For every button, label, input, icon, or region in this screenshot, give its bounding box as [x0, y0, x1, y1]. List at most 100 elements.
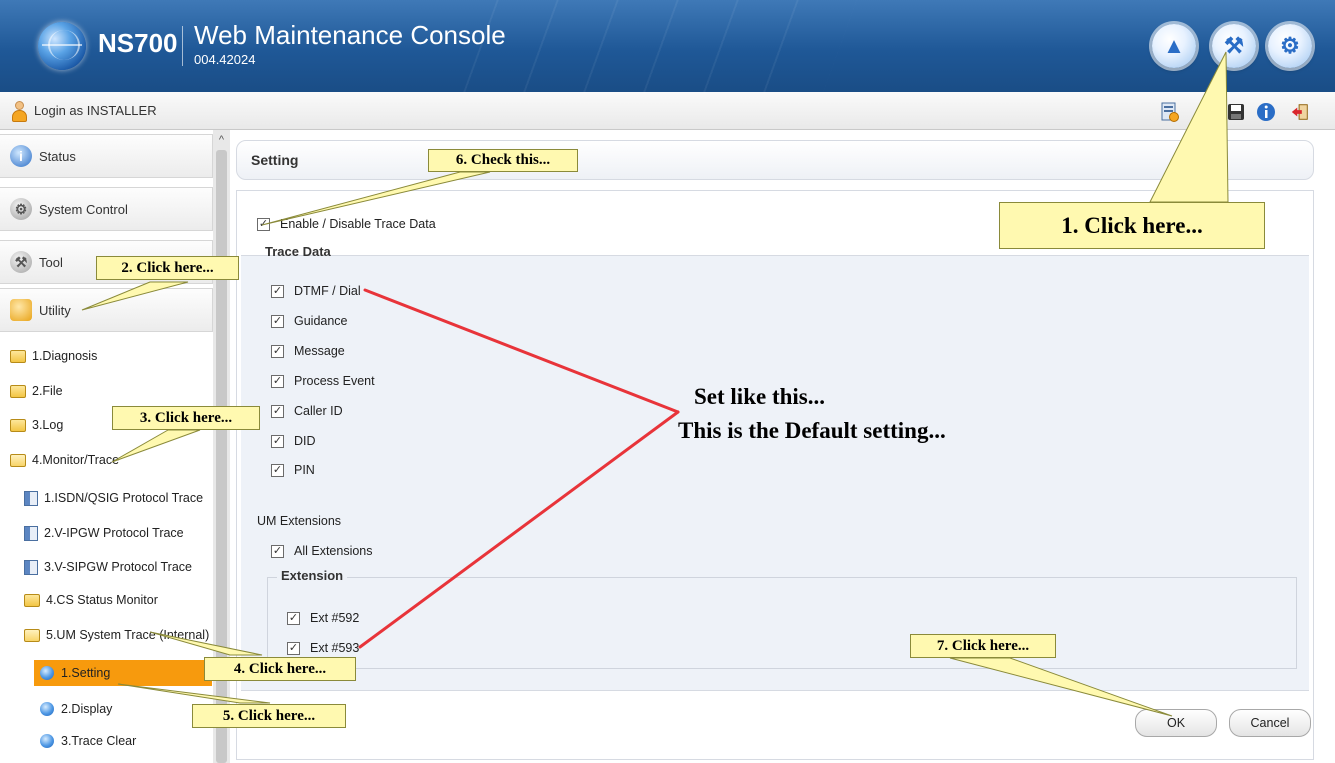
cancel-button[interactable]: Cancel — [1229, 709, 1311, 737]
um-extensions-title: UM Extensions — [257, 514, 342, 528]
app-header: NS700 Web Maintenance Console 004.42024 … — [0, 0, 1335, 92]
guidance-checkbox[interactable]: ✓ — [271, 314, 284, 328]
folder-icon — [10, 384, 26, 398]
status-icon: i — [10, 145, 32, 167]
extension-row[interactable]: ✓ Ext #593 — [287, 641, 359, 655]
nav-status[interactable]: i Status — [0, 134, 213, 178]
tree-trace-clear[interactable]: 3.Trace Clear — [40, 728, 136, 754]
ext-593-label: Ext #593 — [310, 641, 360, 655]
trace-item-row[interactable]: ✓ Message — [271, 344, 345, 358]
app-version: 004.42024 — [194, 52, 256, 67]
guidance-label: Guidance — [294, 314, 348, 328]
page-title: Setting — [251, 152, 299, 168]
report-icon[interactable] — [1160, 102, 1180, 122]
ext-592-label: Ext #592 — [310, 611, 360, 625]
trace-item-row[interactable]: ✓ DTMF / Dial — [271, 284, 361, 298]
did-checkbox[interactable]: ✓ — [271, 434, 284, 448]
tree-v-ipgw-trace[interactable]: 2.V-IPGW Protocol Trace — [24, 520, 184, 546]
tree-cs-status-monitor-label: 4.CS Status Monitor — [46, 593, 158, 607]
trace-doc-icon — [24, 559, 38, 575]
callout-step-1: 1. Click here... — [999, 202, 1265, 249]
callout-step-2: 2. Click here... — [96, 256, 239, 280]
tree-diagnosis[interactable]: 1.Diagnosis — [10, 343, 97, 369]
trace-item-row[interactable]: ✓ Process Event — [271, 374, 375, 388]
ext-593-checkbox[interactable]: ✓ — [287, 641, 300, 655]
setting-header: Setting — [236, 140, 1314, 180]
trace-data-title: Trace Data — [265, 244, 331, 259]
tree-v-ipgw-trace-label: 2.V-IPGW Protocol Trace — [44, 526, 184, 540]
header-divider — [182, 26, 183, 66]
login-status-text: Login as INSTALLER — [34, 103, 157, 118]
tool-icon: ⚒ — [10, 251, 32, 273]
caller-id-checkbox[interactable]: ✓ — [271, 404, 284, 418]
tree-log[interactable]: 3.Log — [10, 412, 63, 438]
trace-item-row[interactable]: ✓ PIN — [271, 463, 315, 477]
folder-open-icon — [10, 453, 26, 467]
nav-tool-label: Tool — [39, 254, 63, 270]
system-control-icon: ⚙ — [10, 198, 32, 220]
pin-label: PIN — [294, 463, 315, 477]
pin-checkbox[interactable]: ✓ — [271, 463, 284, 477]
logout-icon[interactable] — [1290, 102, 1310, 122]
tree-diagnosis-label: 1.Diagnosis — [32, 349, 98, 363]
trace-item-row[interactable]: ✓ DID — [271, 434, 316, 448]
header-decoration — [463, 0, 857, 92]
process-event-checkbox[interactable]: ✓ — [271, 374, 284, 388]
tree-v-sipgw-trace[interactable]: 3.V-SIPGW Protocol Trace — [24, 554, 192, 580]
home-icon: ▲ — [1163, 33, 1185, 58]
trace-item-row[interactable]: ✓ Caller ID — [271, 404, 343, 418]
extension-legend: Extension — [277, 568, 348, 583]
process-event-label: Process Event — [294, 374, 375, 388]
tree-setting-selected[interactable]: 1.Setting — [34, 660, 212, 686]
tree-display-label: 2.Display — [61, 702, 113, 716]
wrench-icon: ⚒ — [1224, 33, 1244, 58]
folder-icon — [10, 418, 26, 432]
tree-cs-status-monitor[interactable]: 4.CS Status Monitor — [24, 587, 158, 613]
dtmf-label: DTMF / Dial — [294, 284, 361, 298]
enable-trace-checkbox[interactable]: ✓ — [257, 217, 270, 231]
trace-doc-icon — [24, 525, 38, 541]
nav-utility[interactable]: Utility — [0, 288, 213, 332]
tree-um-system-trace[interactable]: 5.UM System Trace (Internal) — [24, 622, 209, 648]
all-extensions-row[interactable]: ✓ All Extensions — [271, 544, 373, 558]
save-icon[interactable] — [1226, 102, 1246, 122]
scroll-up-arrow-icon[interactable]: ^ — [213, 134, 230, 148]
trace-item-row[interactable]: ✓ Guidance — [271, 314, 348, 328]
caller-id-label: Caller ID — [294, 404, 343, 418]
wrench-button[interactable]: ⚒ — [1212, 24, 1256, 68]
settings-button[interactable]: ⚙ — [1268, 24, 1312, 68]
app-title: Web Maintenance Console — [194, 20, 506, 50]
nav-utility-label: Utility — [39, 302, 71, 318]
enable-trace-row[interactable]: ✓ Enable / Disable Trace Data — [257, 217, 436, 231]
default-setting-note-line2: This is the Default setting... — [678, 418, 946, 443]
tree-trace-clear-label: 3.Trace Clear — [61, 734, 137, 748]
all-extensions-checkbox[interactable]: ✓ — [271, 544, 284, 558]
tree-display[interactable]: 2.Display — [40, 696, 112, 722]
tree-um-system-trace-label: 5.UM System Trace (Internal) — [46, 628, 210, 642]
home-button[interactable]: ▲ — [1152, 24, 1196, 68]
sidebar: i Status ⚙ System Control ⚒ Tool Utility… — [0, 130, 230, 763]
message-checkbox[interactable]: ✓ — [271, 344, 284, 358]
nav-system-control-label: System Control — [39, 201, 128, 217]
callout-step-4: 4. Click here... — [204, 657, 356, 681]
extension-row[interactable]: ✓ Ext #592 — [287, 611, 359, 625]
info-icon[interactable] — [1256, 102, 1276, 122]
callout-step-5: 5. Click here... — [192, 704, 346, 728]
folder-open-icon — [24, 628, 40, 642]
enable-trace-label: Enable / Disable Trace Data — [280, 217, 436, 231]
ext-592-checkbox[interactable]: ✓ — [287, 611, 300, 625]
callout-step-7: 7. Click here... — [910, 634, 1056, 658]
tree-isdn-qsig-trace-label: 1.ISDN/QSIG Protocol Trace — [44, 491, 204, 505]
utility-icon — [10, 299, 32, 321]
extension-fieldset — [267, 577, 1297, 669]
dtmf-checkbox[interactable]: ✓ — [271, 284, 284, 298]
nav-system-control[interactable]: ⚙ System Control — [0, 187, 213, 231]
tree-isdn-qsig-trace[interactable]: 1.ISDN/QSIG Protocol Trace — [24, 485, 203, 511]
tree-file[interactable]: 2.File — [10, 378, 63, 404]
ok-button[interactable]: OK — [1135, 709, 1217, 737]
tree-monitor-trace[interactable]: 4.Monitor/Trace — [10, 447, 119, 473]
tree-file-label: 2.File — [32, 384, 63, 398]
tree-setting-label: 1.Setting — [61, 666, 111, 680]
pen-icon[interactable] — [1194, 102, 1214, 122]
callout-step-6: 6. Check this... — [428, 149, 578, 172]
